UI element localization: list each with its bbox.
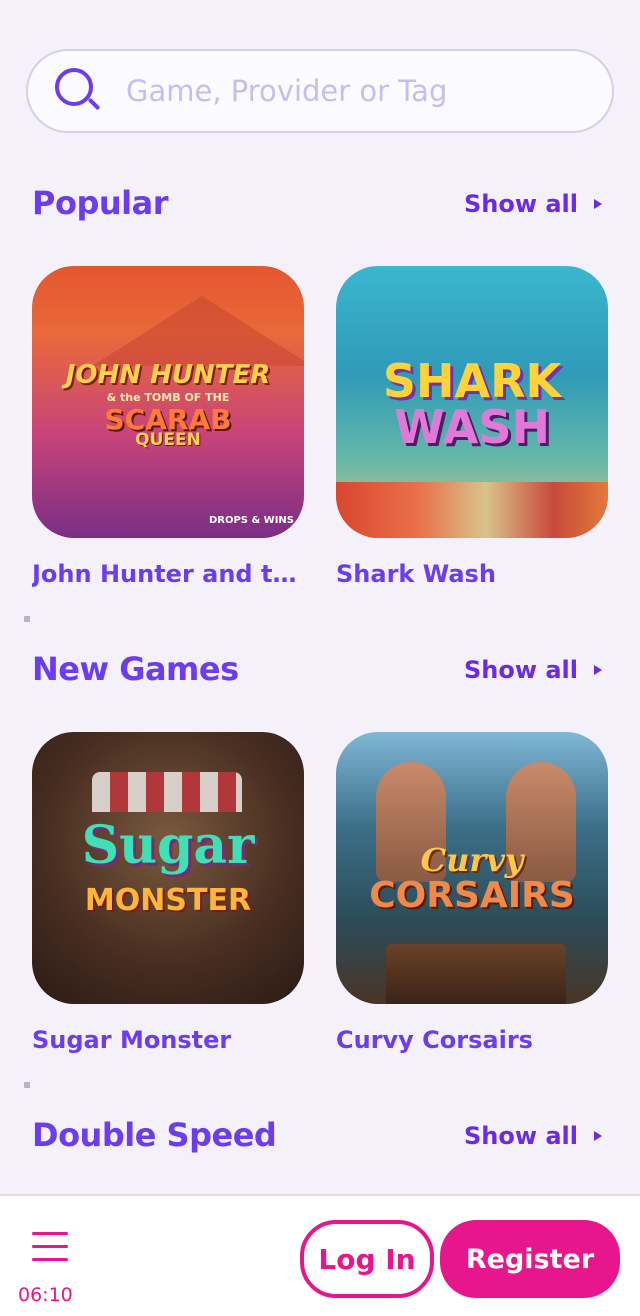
game-logo-text: WASH bbox=[394, 400, 550, 454]
game-logo-text: Curvy bbox=[420, 841, 524, 879]
game-logo-text: QUEEN bbox=[135, 430, 201, 450]
search-icon bbox=[54, 66, 104, 116]
game-card[interactable]: Sugar MONSTER Sugar Monster bbox=[32, 732, 304, 1054]
game-card[interactable]: SHARK WASH Shark Wash bbox=[336, 266, 608, 588]
game-title[interactable]: John Hunter and the Tomb of the Scarab Q… bbox=[32, 560, 304, 588]
section-title: New Games bbox=[32, 650, 239, 688]
drops-wins-badge: DROPS & WINS bbox=[208, 515, 294, 526]
search-input[interactable] bbox=[126, 74, 586, 108]
clock-time: 06:10 bbox=[18, 1284, 73, 1306]
section-header-popular: Popular Show all bbox=[32, 184, 608, 234]
arrow-right-icon bbox=[594, 199, 602, 209]
game-card[interactable]: JOHN HUNTER & the TOMB OF THE SCARAB QUE… bbox=[32, 266, 304, 588]
section-header-double-speed: Double Speed Show all bbox=[32, 1116, 608, 1166]
game-logo-text: & the TOMB OF THE bbox=[106, 391, 230, 404]
game-thumbnail[interactable]: SHARK WASH bbox=[336, 266, 608, 538]
show-all-link[interactable]: Show all bbox=[464, 1122, 602, 1150]
game-thumbnail[interactable]: JOHN HUNTER & the TOMB OF THE SCARAB QUE… bbox=[32, 266, 304, 538]
search-bar[interactable] bbox=[26, 49, 614, 133]
hamburger-menu-icon[interactable] bbox=[32, 1232, 68, 1262]
game-logo-text: CORSAIRS bbox=[369, 875, 575, 916]
game-logo-text: SHARK bbox=[382, 354, 562, 408]
game-logo-text: JOHN HUNTER bbox=[65, 360, 271, 390]
game-title[interactable]: Curvy Corsairs bbox=[336, 1026, 608, 1054]
show-all-link[interactable]: Show all bbox=[464, 190, 602, 218]
game-logo-text: MONSTER bbox=[84, 883, 252, 918]
register-button[interactable]: Register bbox=[440, 1220, 620, 1298]
scroll-indicator bbox=[24, 1082, 30, 1088]
game-logo-text: Sugar bbox=[81, 815, 255, 876]
login-button[interactable]: Log In bbox=[300, 1220, 434, 1298]
section-title: Double Speed bbox=[32, 1116, 277, 1154]
game-title[interactable]: Sugar Monster bbox=[32, 1026, 304, 1054]
bottom-bar: 06:10 Log In Register bbox=[0, 1194, 640, 1316]
section-title: Popular bbox=[32, 184, 168, 222]
section-header-new-games: New Games Show all bbox=[32, 650, 608, 700]
game-thumbnail[interactable]: Curvy CORSAIRS bbox=[336, 732, 608, 1004]
arrow-right-icon bbox=[594, 1131, 602, 1141]
game-card[interactable]: Curvy CORSAIRS Curvy Corsairs bbox=[336, 732, 608, 1054]
scroll-indicator bbox=[24, 616, 30, 622]
arrow-right-icon bbox=[594, 665, 602, 675]
show-all-link[interactable]: Show all bbox=[464, 656, 602, 684]
game-title[interactable]: Shark Wash bbox=[336, 560, 608, 588]
game-thumbnail[interactable]: Sugar MONSTER bbox=[32, 732, 304, 1004]
